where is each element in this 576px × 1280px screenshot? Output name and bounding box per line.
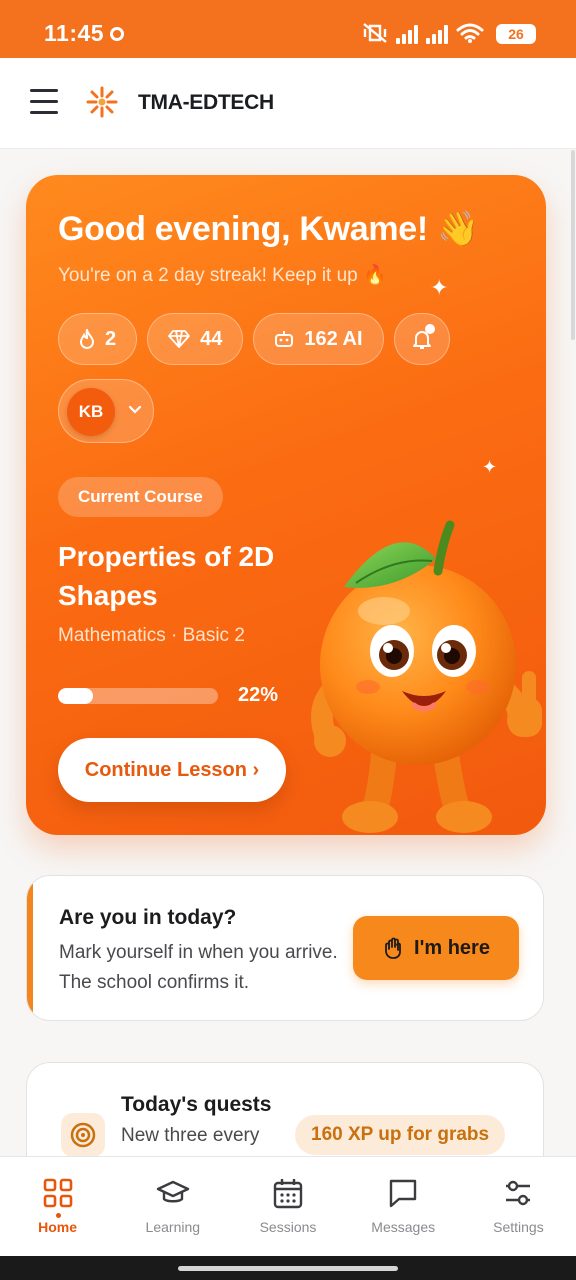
status-time: 11:45: [44, 20, 105, 46]
mute-vibrate-icon: [363, 23, 387, 43]
brand-logo-icon: [86, 86, 118, 118]
signal-1-icon: [396, 24, 418, 44]
nav-learning-label: Learning: [145, 1219, 201, 1235]
battery-indicator: 26: [496, 24, 536, 44]
menu-icon[interactable]: [30, 89, 58, 115]
profile-switcher[interactable]: KB: [58, 379, 154, 443]
calendar-icon: [273, 1179, 303, 1209]
flame-icon: [79, 329, 95, 349]
attendance-text: Mark yourself in when you arrive. The sc…: [59, 942, 338, 993]
course-subtitle: Mathematics · Basic 2: [58, 625, 245, 646]
chevron-down-icon: [128, 405, 142, 414]
notifications-button[interactable]: [393, 313, 450, 365]
sliders-icon: [506, 1180, 531, 1206]
brand-name: TMA-EDTECH: [138, 91, 274, 114]
gesture-bar: [0, 1256, 576, 1280]
nav-settings[interactable]: Settings: [461, 1157, 576, 1257]
ai-credits-count: 162 AI: [304, 327, 363, 350]
attendance-title: Are you in today?: [59, 906, 237, 929]
nav-sessions[interactable]: Sessions: [230, 1157, 345, 1257]
status-icons: 26: [362, 22, 536, 44]
nav-messages[interactable]: Messages: [346, 1157, 461, 1257]
continue-lesson-button[interactable]: Continue Lesson ›: [58, 738, 286, 802]
quests-title: Today's quests: [121, 1093, 272, 1116]
gems-count: 44: [200, 327, 223, 350]
current-course-badge: Current Course: [58, 477, 223, 517]
scrollbar[interactable]: [571, 150, 575, 340]
sparkle-icon: ✦: [482, 457, 498, 477]
stats-row: 2 44 162 AI: [58, 313, 450, 365]
diamond-icon: [168, 330, 191, 348]
hand-icon: [385, 937, 401, 959]
streak-message: You're on a 2 day streak! Keep it up 🔥: [58, 265, 387, 286]
robot-icon: [275, 331, 294, 347]
streak-count: 2: [105, 327, 117, 350]
gems-pill[interactable]: 44: [147, 313, 244, 365]
notification-dot: [424, 324, 435, 334]
im-here-button[interactable]: I'm here: [353, 916, 519, 980]
bottom-navigation: Home Learning Sessions Messages Settings: [0, 1156, 576, 1257]
wifi-icon: [456, 23, 484, 43]
quests-subtitle: New three every: [121, 1125, 260, 1146]
orange-mascot-image: [311, 520, 542, 833]
xp-badge: 160 XP up for grabs: [295, 1115, 506, 1155]
avatar: KB: [67, 388, 115, 436]
im-here-label: I'm here: [414, 936, 490, 959]
target-icon: [61, 1113, 105, 1157]
streak-pill[interactable]: 2: [58, 313, 138, 365]
hero-card: Good evening, Kwame! 👋 You're on a 2 day…: [26, 175, 546, 835]
greeting-title: Good evening, Kwame! 👋: [58, 210, 480, 248]
course-progress-bar: [58, 688, 218, 704]
active-indicator: [55, 1213, 61, 1218]
attendance-accent: [27, 876, 33, 1020]
grid-icon: [43, 1178, 72, 1208]
nav-messages-label: Messages: [371, 1219, 436, 1235]
course-progress-fill: [58, 688, 94, 704]
attendance-card: Are you in today? Mark yourself in when …: [26, 875, 544, 1021]
nav-sessions-label: Sessions: [259, 1219, 317, 1235]
chat-bubble-icon: [390, 1179, 417, 1208]
graduation-cap-icon: [156, 1180, 189, 1203]
nav-home-label: Home: [38, 1219, 78, 1235]
ai-credits-pill[interactable]: 162 AI: [253, 313, 384, 365]
course-title: Properties of 2D Shapes: [58, 541, 275, 611]
home-indicator[interactable]: [178, 1266, 398, 1271]
course-progress-label: 22%: [238, 684, 279, 706]
chrome-notification-icon: [110, 27, 124, 41]
sparkle-icon: ✦: [430, 275, 449, 300]
nav-home[interactable]: Home: [0, 1157, 115, 1257]
nav-learning[interactable]: Learning: [115, 1157, 230, 1257]
signal-2-icon: [426, 24, 448, 44]
status-bar: 11:45 26: [0, 0, 576, 58]
nav-settings-label: Settings: [493, 1219, 544, 1235]
app-header: TMA-EDTECH: [0, 58, 576, 149]
